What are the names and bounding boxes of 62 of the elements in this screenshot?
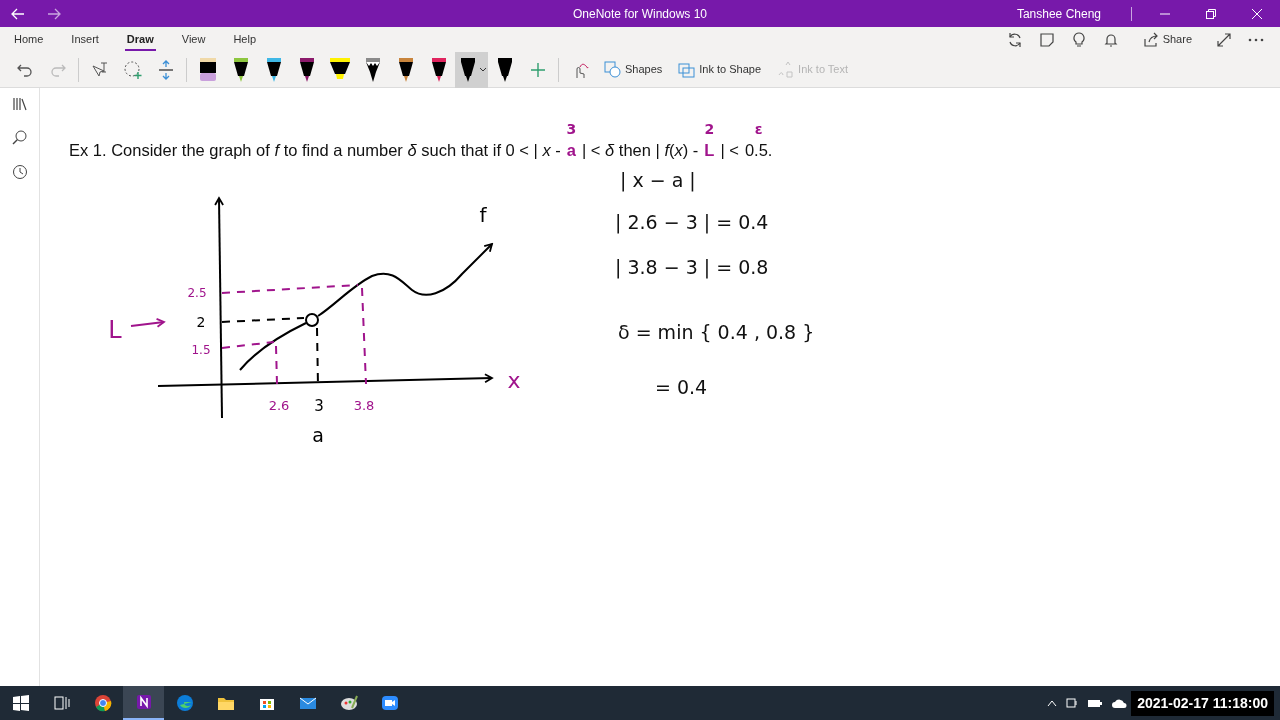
ink-math: δ = min { 0.4 , 0.8 } bbox=[618, 320, 815, 345]
ribbon-tab[interactable]: Home bbox=[0, 27, 58, 52]
task-view-icon bbox=[52, 694, 71, 712]
ink-to-shape-icon bbox=[678, 61, 696, 78]
ribbon-tab[interactable]: Draw bbox=[112, 27, 168, 52]
ink-annotation: ε bbox=[754, 120, 763, 139]
graph-label: 3 bbox=[314, 397, 324, 415]
graph-label: 1.5 bbox=[191, 343, 211, 357]
forward-icon[interactable] bbox=[47, 7, 61, 20]
back-icon[interactable] bbox=[11, 7, 25, 20]
taskbar-button[interactable] bbox=[123, 686, 164, 720]
start-icon[interactable] bbox=[12, 695, 29, 711]
ink-to-shape-button[interactable]: Ink to Shape bbox=[670, 61, 770, 78]
paint-icon bbox=[339, 694, 358, 712]
user-name: Tanshee Cheng bbox=[1016, 5, 1101, 23]
ink-math: | 3.8 − 3 | = 0.8 bbox=[615, 255, 769, 281]
chrome-icon bbox=[93, 694, 112, 712]
edge-icon bbox=[175, 694, 194, 712]
ribbon-tab[interactable]: View bbox=[167, 27, 220, 52]
open-circle bbox=[305, 313, 319, 327]
ink-math: | x − a | bbox=[620, 168, 696, 194]
window-title: OneNote for Windows 10 bbox=[572, 5, 708, 23]
tray-icon[interactable] bbox=[1065, 697, 1080, 709]
caret-icon bbox=[478, 66, 487, 73]
graph-label: 2.5 bbox=[187, 286, 207, 300]
notebooks-icon[interactable] bbox=[11, 96, 28, 112]
bell-icon[interactable] bbox=[1102, 31, 1119, 48]
graph-label: 2 bbox=[196, 314, 206, 330]
search-icon[interactable] bbox=[11, 130, 28, 146]
shapes-button[interactable]: Shapes bbox=[596, 61, 671, 78]
graph-label: x bbox=[507, 368, 521, 393]
expand-icon[interactable] bbox=[1216, 31, 1232, 48]
onenote-icon bbox=[134, 693, 153, 711]
lightbulb-icon[interactable] bbox=[1070, 31, 1087, 48]
graph-label: 3.8 bbox=[353, 398, 375, 413]
recent-icon[interactable] bbox=[11, 164, 28, 180]
ink-math: = 0.4 bbox=[655, 375, 708, 400]
pen-button[interactable] bbox=[455, 51, 488, 88]
clock-text: 2021-02-17 11:18:00 bbox=[1131, 690, 1274, 716]
sync-icon[interactable] bbox=[1006, 31, 1023, 48]
ink-math: | 2.6 − 3 | = 0.4 bbox=[615, 210, 769, 236]
close-icon[interactable] bbox=[1252, 8, 1262, 19]
cloud-icon[interactable] bbox=[1111, 697, 1128, 709]
arrow bbox=[130, 317, 165, 328]
graph-label: L bbox=[108, 316, 122, 344]
share-button[interactable]: Share bbox=[1134, 31, 1200, 48]
graph-label: a bbox=[312, 424, 324, 446]
ribbon-tab[interactable]: Help bbox=[219, 27, 271, 52]
graph-label: 2.6 bbox=[268, 398, 290, 413]
zoom-icon bbox=[380, 694, 399, 712]
note-icon[interactable] bbox=[1038, 31, 1055, 48]
ink-to-text-icon bbox=[777, 61, 795, 78]
restore-icon[interactable] bbox=[1206, 8, 1216, 19]
graph-label: f bbox=[479, 203, 487, 227]
ink-annotation: 2 bbox=[704, 120, 715, 139]
ink-annotation: 3 bbox=[566, 120, 577, 139]
ribbon-tab[interactable]: Insert bbox=[57, 27, 113, 52]
shapes-icon bbox=[604, 61, 621, 78]
chevron-up-icon[interactable] bbox=[1047, 699, 1058, 707]
share-icon bbox=[1142, 31, 1159, 48]
battery-icon[interactable] bbox=[1087, 697, 1104, 709]
lasso-select-icon[interactable] bbox=[122, 59, 143, 80]
